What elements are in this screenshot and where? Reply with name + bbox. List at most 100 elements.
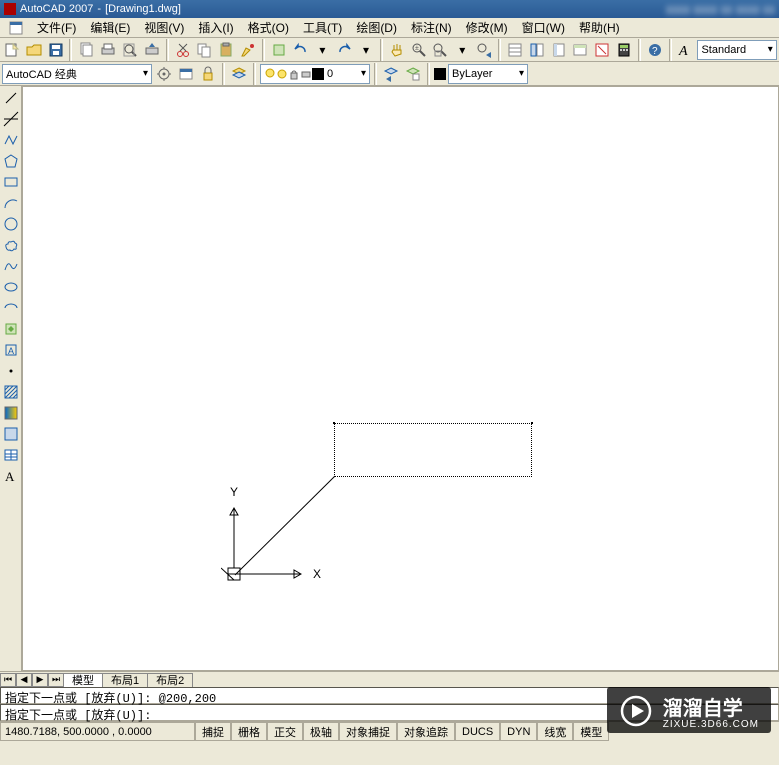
tab-layout1[interactable]: 布局1 bbox=[103, 673, 148, 687]
preview-button[interactable] bbox=[120, 40, 140, 60]
region-tool[interactable] bbox=[2, 425, 20, 443]
dyn-toggle[interactable]: DYN bbox=[500, 722, 537, 741]
layer-previous-button[interactable] bbox=[381, 64, 401, 84]
arc-tool[interactable] bbox=[2, 194, 20, 212]
lock-toolbar-button[interactable] bbox=[198, 64, 218, 84]
menu-view[interactable]: 视图(V) bbox=[139, 17, 189, 38]
workspace-settings-button[interactable] bbox=[154, 64, 174, 84]
standard-toolbar: ▾ ▾ ± ▾ ? A Standard ▾ bbox=[0, 38, 779, 62]
play-icon bbox=[619, 694, 653, 728]
line-tool[interactable] bbox=[2, 89, 20, 107]
drawing-canvas[interactable]: X Y bbox=[22, 86, 779, 671]
menu-help[interactable]: 帮助(H) bbox=[574, 17, 625, 38]
gradient-tool[interactable] bbox=[2, 404, 20, 422]
copy-button[interactable] bbox=[194, 40, 214, 60]
tab-prev-button[interactable]: ◀ bbox=[16, 673, 32, 687]
zoom-realtime-button[interactable]: ± bbox=[409, 40, 429, 60]
zoom-previous-button[interactable] bbox=[474, 40, 494, 60]
polar-toggle[interactable]: 极轴 bbox=[303, 722, 339, 741]
new-button[interactable] bbox=[2, 40, 22, 60]
tab-last-button[interactable]: ⏭ bbox=[48, 673, 64, 687]
other-window-titles: ▮▮▮▮ ▮▮▮▮ ▮▮ ▮▮▮▮ ▮▮ bbox=[666, 3, 775, 16]
xline-tool[interactable] bbox=[2, 110, 20, 128]
design-center-button[interactable] bbox=[527, 40, 547, 60]
insert-block-tool[interactable] bbox=[2, 320, 20, 338]
watermark-brand: 溜溜自学 bbox=[663, 698, 743, 720]
textstyle-dropdown[interactable]: Standard ▾ bbox=[697, 40, 776, 60]
save-button[interactable] bbox=[46, 40, 66, 60]
doc-icon bbox=[4, 19, 28, 37]
polyline-tool[interactable] bbox=[2, 131, 20, 149]
polygon-tool[interactable] bbox=[2, 152, 20, 170]
ortho-toggle[interactable]: 正交 bbox=[267, 722, 303, 741]
workspace-dropdown[interactable]: AutoCAD 经典 ▾ bbox=[2, 64, 152, 84]
redo-button[interactable] bbox=[334, 40, 354, 60]
cut-button[interactable] bbox=[173, 40, 193, 60]
markup-button[interactable] bbox=[592, 40, 612, 60]
publish-button[interactable] bbox=[142, 40, 162, 60]
tool-palettes-button[interactable] bbox=[549, 40, 569, 60]
undo-button[interactable] bbox=[291, 40, 311, 60]
ducs-toggle[interactable]: DUCS bbox=[455, 722, 500, 741]
sheet-set-button[interactable] bbox=[570, 40, 590, 60]
lwt-toggle[interactable]: 线宽 bbox=[537, 722, 573, 741]
rectangle-tool[interactable] bbox=[2, 173, 20, 191]
tab-model[interactable]: 模型 bbox=[64, 673, 103, 687]
snap-toggle[interactable]: 捕捉 bbox=[195, 722, 231, 741]
osnap-toggle[interactable]: 对象捕捉 bbox=[339, 722, 397, 741]
menu-modify[interactable]: 修改(M) bbox=[461, 17, 513, 38]
mtext-tool[interactable]: A bbox=[2, 467, 20, 485]
grid-toggle[interactable]: 栅格 bbox=[231, 722, 267, 741]
menu-insert[interactable]: 插入(I) bbox=[193, 17, 238, 38]
menu-file[interactable]: 文件(F) bbox=[32, 17, 81, 38]
make-block-tool[interactable]: A bbox=[2, 341, 20, 359]
hatch-tool[interactable] bbox=[2, 383, 20, 401]
menu-format[interactable]: 格式(O) bbox=[243, 17, 294, 38]
menu-edit[interactable]: 编辑(E) bbox=[85, 17, 135, 38]
spline-tool[interactable] bbox=[2, 257, 20, 275]
pan-button[interactable] bbox=[387, 40, 407, 60]
plot-button[interactable] bbox=[98, 40, 118, 60]
bulb-icon bbox=[264, 68, 276, 80]
paste-button[interactable] bbox=[216, 40, 236, 60]
my-workspace-button[interactable] bbox=[176, 64, 196, 84]
blockeditor-button[interactable] bbox=[269, 40, 289, 60]
undo-dropdown[interactable]: ▾ bbox=[313, 40, 333, 60]
lock-icon bbox=[288, 68, 300, 80]
zoom-dropdown[interactable]: ▾ bbox=[452, 40, 472, 60]
menu-tools[interactable]: 工具(T) bbox=[298, 17, 347, 38]
freeze-icon bbox=[276, 68, 288, 80]
layer-manager-button[interactable] bbox=[229, 64, 249, 84]
table-tool[interactable] bbox=[2, 446, 20, 464]
circle-tool[interactable] bbox=[2, 215, 20, 233]
menu-window[interactable]: 窗口(W) bbox=[517, 17, 570, 38]
textstyle-button[interactable]: A bbox=[676, 40, 696, 60]
sheetset-button[interactable] bbox=[76, 40, 96, 60]
main-area: A A bbox=[0, 86, 779, 671]
revcloud-tool[interactable] bbox=[2, 236, 20, 254]
svg-text:A: A bbox=[5, 469, 15, 484]
open-button[interactable] bbox=[24, 40, 44, 60]
zoom-window-button[interactable] bbox=[431, 40, 451, 60]
ellipse-arc-tool[interactable] bbox=[2, 299, 20, 317]
tab-layout2[interactable]: 布局2 bbox=[148, 673, 193, 687]
svg-text:A: A bbox=[678, 44, 688, 58]
menu-dimension[interactable]: 标注(N) bbox=[406, 17, 457, 38]
help-button[interactable]: ? bbox=[645, 40, 665, 60]
calc-button[interactable] bbox=[614, 40, 634, 60]
tab-first-button[interactable]: ⏮ bbox=[0, 673, 16, 687]
otrack-toggle[interactable]: 对象追踪 bbox=[397, 722, 455, 741]
tab-next-button[interactable]: ▶ bbox=[32, 673, 48, 687]
menu-draw[interactable]: 绘图(D) bbox=[351, 17, 402, 38]
color-swatch[interactable] bbox=[434, 68, 446, 80]
model-toggle[interactable]: 模型 bbox=[573, 722, 609, 741]
layer-dropdown[interactable]: 0 ▾ bbox=[260, 64, 370, 84]
redo-dropdown[interactable]: ▾ bbox=[356, 40, 376, 60]
ellipse-tool[interactable] bbox=[2, 278, 20, 296]
layer-state-button[interactable] bbox=[403, 64, 423, 84]
point-tool[interactable] bbox=[2, 362, 20, 380]
linetype-dropdown[interactable]: ByLayer ▾ bbox=[448, 64, 528, 84]
properties-button[interactable] bbox=[505, 40, 525, 60]
matchprop-button[interactable] bbox=[238, 40, 258, 60]
draw-toolbar: A A bbox=[0, 86, 22, 671]
